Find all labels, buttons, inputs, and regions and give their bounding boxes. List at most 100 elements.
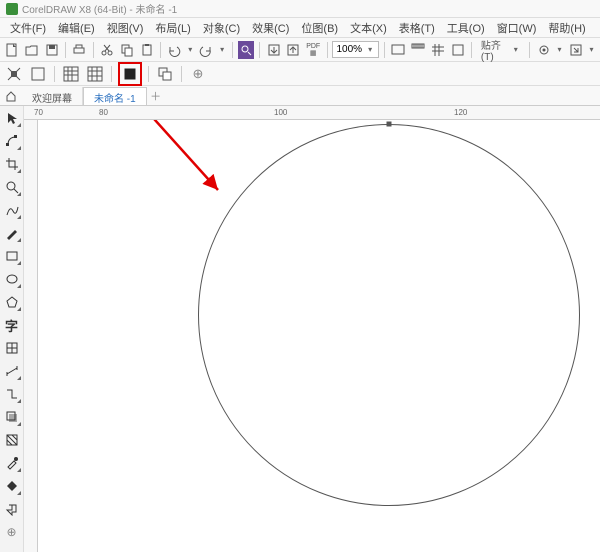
- property-bar: ⊕: [0, 62, 600, 86]
- prop-btn-3[interactable]: [61, 64, 81, 84]
- add-tab-button[interactable]: ＋: [147, 87, 165, 105]
- menu-edit[interactable]: 编辑(E): [52, 18, 101, 38]
- import-button[interactable]: [265, 41, 282, 59]
- artistic-media-tool[interactable]: [2, 223, 22, 243]
- pick-tool[interactable]: [2, 108, 22, 128]
- menu-view[interactable]: 视图(V): [101, 18, 150, 38]
- home-icon: [5, 90, 17, 102]
- snap-label: 贴齐(T): [481, 37, 511, 63]
- separator: [327, 42, 328, 58]
- show-grid-button[interactable]: [430, 41, 447, 59]
- separator: [160, 42, 161, 58]
- ruler-horizontal[interactable]: 70 80 100 120: [24, 106, 600, 120]
- prop-btn-add[interactable]: ⊕: [188, 64, 208, 84]
- transparency-tool[interactable]: [2, 430, 22, 450]
- home-tab[interactable]: [0, 87, 22, 105]
- fullscreen-button[interactable]: [390, 41, 407, 59]
- menu-layout[interactable]: 布局(L): [149, 18, 196, 38]
- crop-tool[interactable]: [2, 154, 22, 174]
- export-button[interactable]: [285, 41, 302, 59]
- separator: [232, 42, 233, 58]
- connector-tool[interactable]: [2, 384, 22, 404]
- smart-fill-tool[interactable]: [2, 499, 22, 519]
- ruler-tick: 120: [454, 108, 467, 117]
- drop-shadow-tool[interactable]: [2, 407, 22, 427]
- cut-button[interactable]: [99, 41, 116, 59]
- title-bar: CorelDRAW X8 (64-Bit) - 未命名 -1: [0, 0, 600, 18]
- redo-button[interactable]: [198, 41, 215, 59]
- interactive-fill-tool[interactable]: [2, 476, 22, 496]
- save-button[interactable]: [43, 41, 60, 59]
- show-rulers-button[interactable]: [410, 41, 427, 59]
- eyedropper-tool[interactable]: [2, 453, 22, 473]
- prop-btn-2[interactable]: [28, 64, 48, 84]
- ellipse-tool[interactable]: [2, 269, 22, 289]
- canvas[interactable]: [38, 120, 600, 552]
- freehand-tool[interactable]: [2, 200, 22, 220]
- separator: [54, 66, 55, 82]
- ruler-vertical[interactable]: [24, 120, 38, 552]
- paste-button[interactable]: [138, 41, 155, 59]
- drawing-area: 70 80 100 120: [24, 106, 600, 552]
- menu-window[interactable]: 窗口(W): [491, 18, 543, 38]
- menu-file[interactable]: 文件(F): [4, 18, 52, 38]
- copy-button[interactable]: [119, 41, 136, 59]
- drawn-ellipse[interactable]: [198, 124, 580, 506]
- launch-dropdown[interactable]: ▾: [587, 45, 596, 54]
- separator: [384, 42, 385, 58]
- undo-button[interactable]: [166, 41, 183, 59]
- menu-bar: 文件(F) 编辑(E) 视图(V) 布局(L) 对象(C) 效果(C) 位图(B…: [0, 18, 600, 38]
- zoom-value: 100%: [336, 44, 365, 55]
- separator: [259, 42, 260, 58]
- ruler-tick: 80: [99, 108, 108, 117]
- zoom-tool[interactable]: [2, 177, 22, 197]
- table-tool[interactable]: [2, 338, 22, 358]
- options-dropdown[interactable]: ▾: [555, 45, 564, 54]
- ellipse-anchor[interactable]: [387, 122, 392, 127]
- text-tool[interactable]: 字: [2, 315, 22, 335]
- toolbox-options[interactable]: ⊕: [2, 522, 22, 542]
- prop-btn-1[interactable]: [4, 64, 24, 84]
- menu-help[interactable]: 帮助(H): [542, 18, 591, 38]
- document-tabs: 欢迎屏幕 未命名 -1 ＋: [0, 86, 600, 106]
- rectangle-tool[interactable]: [2, 246, 22, 266]
- ruler-tick: 100: [274, 108, 287, 117]
- print-button[interactable]: [71, 41, 88, 59]
- chevron-down-icon: ▾: [511, 45, 520, 54]
- publish-pdf-button[interactable]: PDF▦: [305, 41, 322, 59]
- workspace: 字 ⊕ 70 80 100 120: [0, 106, 600, 552]
- tab-document[interactable]: 未命名 -1: [83, 87, 147, 105]
- redo-dropdown[interactable]: ▾: [218, 45, 227, 54]
- open-button[interactable]: [24, 41, 41, 59]
- launch-button[interactable]: [567, 41, 584, 59]
- menu-effects[interactable]: 效果(C): [246, 18, 295, 38]
- window-title: CorelDRAW X8 (64-Bit) - 未命名 -1: [22, 1, 177, 16]
- new-button[interactable]: [4, 41, 21, 59]
- search-button[interactable]: [238, 41, 255, 59]
- menu-bitmap[interactable]: 位图(B): [295, 18, 344, 38]
- standard-toolbar: ▾ ▾ PDF▦ 100% ▾ 贴齐(T) ▾ ▾ ▾: [0, 38, 600, 62]
- separator: [111, 66, 112, 82]
- zoom-level-combo[interactable]: 100% ▾: [332, 41, 379, 58]
- separator: [529, 42, 530, 58]
- shape-tool[interactable]: [2, 131, 22, 151]
- undo-dropdown[interactable]: ▾: [186, 45, 195, 54]
- tab-welcome[interactable]: 欢迎屏幕: [22, 87, 83, 105]
- separator: [93, 42, 94, 58]
- separator: [148, 66, 149, 82]
- prop-btn-4[interactable]: [85, 64, 105, 84]
- menu-table[interactable]: 表格(T): [393, 18, 441, 38]
- snap-to-button[interactable]: 贴齐(T) ▾: [477, 41, 524, 59]
- show-guidelines-button[interactable]: [449, 41, 466, 59]
- options-button[interactable]: [535, 41, 552, 59]
- menu-object[interactable]: 对象(C): [197, 18, 246, 38]
- dimension-tool[interactable]: [2, 361, 22, 381]
- separator: [65, 42, 66, 58]
- menu-tools[interactable]: 工具(O): [441, 18, 491, 38]
- menu-text[interactable]: 文本(X): [344, 18, 393, 38]
- polygon-tool[interactable]: [2, 292, 22, 312]
- separator: [181, 66, 182, 82]
- app-icon: [6, 3, 18, 15]
- prop-btn-6[interactable]: [155, 64, 175, 84]
- prop-btn-highlighted[interactable]: [120, 64, 140, 84]
